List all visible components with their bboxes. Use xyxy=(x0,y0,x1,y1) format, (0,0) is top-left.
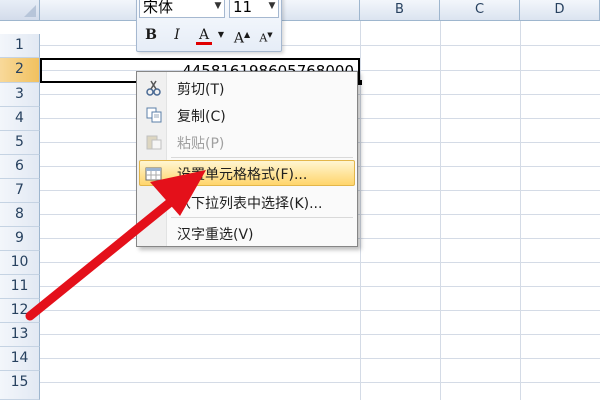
row-header-5[interactable]: 5 xyxy=(0,131,40,155)
grow-font-button[interactable]: A▲ xyxy=(233,26,251,47)
font-color-letter: A xyxy=(198,27,210,43)
font-color-button[interactable]: A xyxy=(195,26,213,45)
row-header-15[interactable]: 15 xyxy=(0,371,40,400)
grow-font-letter: A xyxy=(233,30,244,47)
menu-item-format-cells[interactable]: 设置单元格格式(F)... xyxy=(139,160,355,186)
paste-icon xyxy=(146,135,162,150)
font-name-dropdown-icon[interactable]: ▼ xyxy=(211,0,225,16)
row-header-3[interactable]: 3 xyxy=(0,83,40,107)
bold-button[interactable]: B xyxy=(143,26,159,44)
row-header-6[interactable]: 6 xyxy=(0,155,40,179)
row-header-14[interactable]: 14 xyxy=(0,347,40,371)
row-header-8[interactable]: 8 xyxy=(0,203,40,227)
menu-item-paste[interactable]: 粘贴(P) xyxy=(139,129,355,155)
menu-item-copy[interactable]: 复制(C) xyxy=(139,102,355,128)
row-header-4[interactable]: 4 xyxy=(0,107,40,131)
grid-col-line xyxy=(440,21,441,400)
copy-icon xyxy=(146,107,162,123)
menu-item-cut[interactable]: 剪切(T) xyxy=(139,75,355,101)
menu-item-pick-from-list[interactable]: 从下拉列表中选择(K)... xyxy=(139,189,355,215)
grid-row-line xyxy=(40,310,600,311)
row-header-2[interactable]: 2 xyxy=(0,58,40,83)
row-header-13[interactable]: 13 xyxy=(0,323,40,347)
row-header-10[interactable]: 10 xyxy=(0,251,40,275)
shrink-font-button[interactable]: A▼ xyxy=(257,26,275,45)
menu-separator xyxy=(171,157,353,158)
mini-toolbar: 宋体 ▼ 11 ▼ B I A ▼ A▲ A▼ xyxy=(136,0,282,52)
row-header-11[interactable]: 11 xyxy=(0,275,40,299)
grid-row-line xyxy=(40,45,600,46)
select-all-button[interactable] xyxy=(0,0,40,21)
grid-row-line xyxy=(40,382,600,383)
grid-row-line xyxy=(40,334,600,335)
menu-item-paste-label: 粘贴(P) xyxy=(177,136,225,152)
grid-row-line xyxy=(40,262,600,263)
shrink-font-caret-icon: ▼ xyxy=(267,31,273,39)
column-header-d[interactable]: D xyxy=(520,0,600,21)
row-header-1[interactable]: 1 xyxy=(0,34,40,58)
column-header-c[interactable]: C xyxy=(440,0,520,21)
context-menu: 剪切(T) 复制(C) 粘贴(P) 设置单元格格式(F)... 从下拉列表中选择… xyxy=(136,71,358,247)
row-header-7[interactable]: 7 xyxy=(0,179,40,203)
menu-item-hanzi-reconvert[interactable]: 汉字重选(V) xyxy=(139,220,355,246)
grow-font-caret-icon: ▲ xyxy=(243,30,251,39)
grid-row-line xyxy=(40,286,600,287)
menu-item-hanzi-reconvert-label: 汉字重选(V) xyxy=(177,227,254,243)
font-size-dropdown-icon[interactable]: ▼ xyxy=(265,0,279,16)
grid-col-line xyxy=(360,21,361,400)
italic-button[interactable]: I xyxy=(169,26,185,44)
font-color-bar xyxy=(196,42,212,45)
menu-item-copy-label: 复制(C) xyxy=(177,109,226,125)
scissors-icon xyxy=(146,80,161,96)
grid-col-line xyxy=(520,21,521,400)
row-header-12[interactable]: 12 xyxy=(0,299,40,323)
menu-item-format-cells-label: 设置单元格格式(F)... xyxy=(177,167,308,183)
menu-item-cut-label: 剪切(T) xyxy=(177,82,225,98)
menu-separator xyxy=(171,217,353,218)
font-color-dropdown-icon[interactable]: ▼ xyxy=(217,26,225,44)
format-cells-icon xyxy=(145,167,162,181)
row-header-9[interactable]: 9 xyxy=(0,227,40,251)
font-name-value: 宋体 xyxy=(143,0,174,16)
grid-row-line xyxy=(40,358,600,359)
column-header-b[interactable]: B xyxy=(360,0,440,21)
font-size-value: 11 xyxy=(233,0,253,16)
select-all-triangle-icon xyxy=(24,5,36,17)
menu-item-pick-from-list-label: 从下拉列表中选择(K)... xyxy=(177,196,323,212)
